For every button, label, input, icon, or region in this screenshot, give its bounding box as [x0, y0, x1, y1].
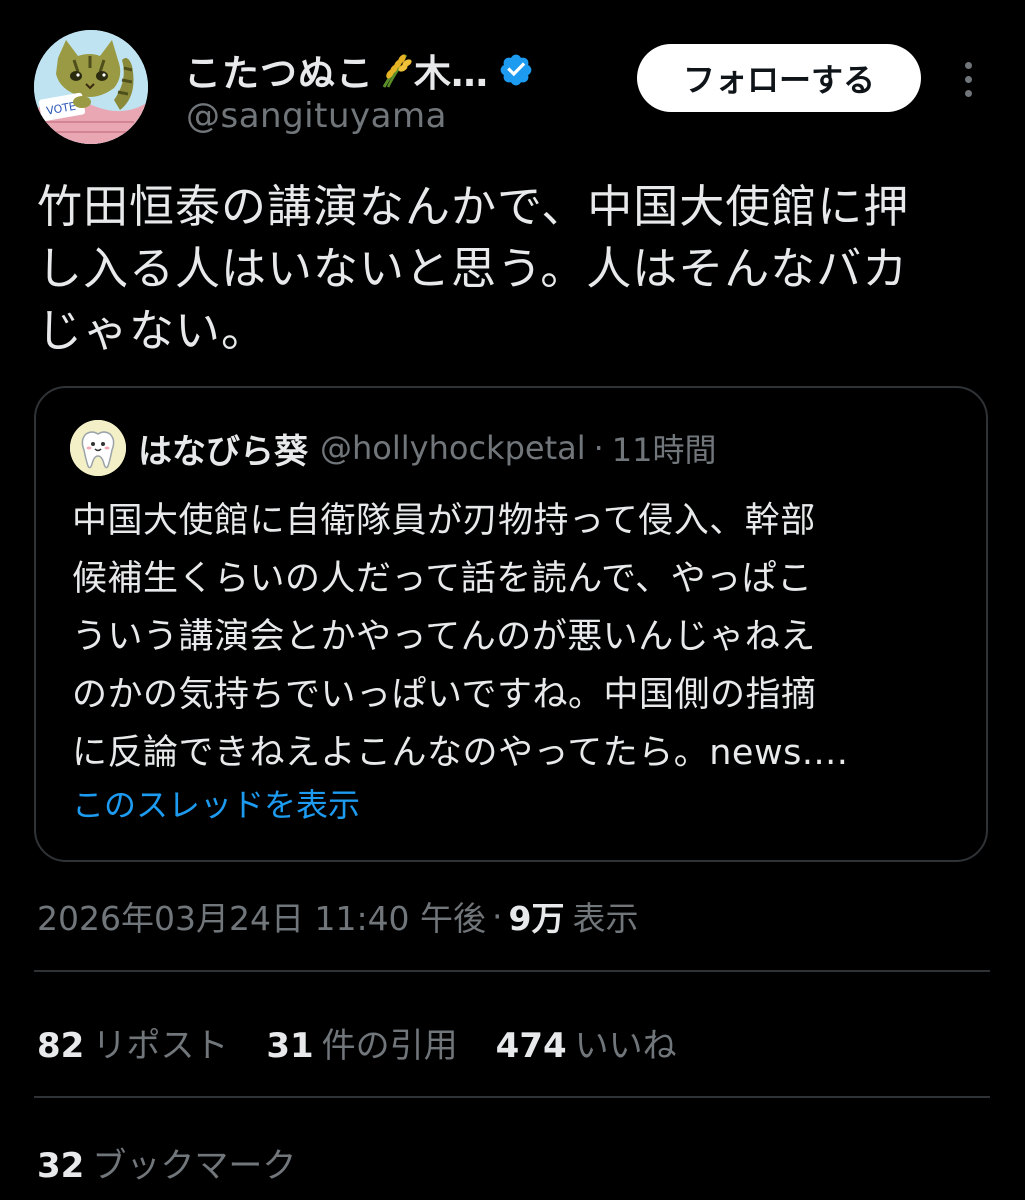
bookmarks-label: ブックマーク [92, 1146, 297, 1186]
quoted-tweet-text: 中国大使館に自衛隊員が刃物持って侵入、幹部 候補生くらいの人だって話を読んで、や… [72, 492, 972, 782]
quoted-text-line: のかの気持ちでいっぱいですね。中国側の指摘 [72, 675, 817, 715]
reposts-stat[interactable]: 82 リポスト [37, 1018, 228, 1067]
tweet-text-line: し入る人はいないと思う。人はそんなバカ [37, 242, 909, 295]
divider [34, 1096, 990, 1098]
tweet-text-line: じゃない。 [37, 304, 268, 357]
author-handle[interactable]: @sangituyama [186, 96, 447, 136]
quoted-text-line: ういう講演会とかやってんのが悪いんじゃねえ [72, 617, 816, 657]
quotes-label: 件の引用 [321, 1025, 458, 1066]
quoted-separator: · [593, 429, 604, 467]
likes-label: いいね [574, 1025, 677, 1066]
quoted-text-line: に反論できねえよこんなのやってたら。news.... [72, 733, 849, 773]
quoted-tweet-header: はなびら葵 @hollyhockpetal · 11時間 [70, 418, 717, 478]
cat-avatar-image: VOTE [34, 30, 148, 144]
more-dot [964, 75, 972, 83]
tweet-timestamp[interactable]: 2026年03月24日 11:40 午後 [37, 892, 486, 940]
show-thread-link[interactable]: このスレッドを表示 [72, 780, 360, 826]
reposts-label: リポスト [92, 1025, 229, 1066]
tweet-meta: 2026年03月24日 11:40 午後 · 9万 表示 [37, 888, 639, 944]
quoted-text-line: 中国大使館に自衛隊員が刃物持って侵入、幹部 [72, 501, 816, 541]
more-options-icon[interactable] [950, 54, 986, 104]
bookmarks-stat[interactable]: 32 ブックマーク [37, 1138, 296, 1194]
views-label: 表示 [572, 899, 639, 938]
tweet-text-line: 竹田恒泰の講演なんかで、中国大使館に押 [37, 180, 910, 233]
views-count: 9万 [508, 899, 565, 938]
reposts-count: 82 [37, 1025, 85, 1066]
quoted-time[interactable]: 11時間 [612, 425, 717, 471]
follow-button[interactable]: フォローする [637, 44, 921, 112]
author-name-row[interactable]: こたつぬこ 木… [184, 44, 534, 96]
quoted-tweet-card[interactable]: はなびら葵 @hollyhockpetal · 11時間 中国大使館に自衛隊員が… [34, 386, 988, 862]
quotes-count: 31 [266, 1025, 314, 1066]
likes-stat[interactable]: 474 いいね [496, 1018, 677, 1067]
quoted-text-line: 候補生くらいの人だって話を読んで、やっぱこ [72, 559, 813, 599]
quoted-display-name[interactable]: はなびら葵 [138, 424, 308, 473]
avatar[interactable]: VOTE [34, 30, 148, 144]
bookmarks-count: 32 [37, 1146, 85, 1186]
quoted-handle[interactable]: @hollyhockpetal [320, 429, 586, 467]
tweet-text: 竹田恒泰の講演なんかで、中国大使館に押 し入る人はいないと思う。人はそんなバカ … [37, 176, 987, 362]
author-display-name[interactable]: こたつぬこ [184, 43, 374, 97]
quotes-stat[interactable]: 31 件の引用 [266, 1018, 457, 1067]
meta-separator: · [492, 896, 503, 936]
likes-count: 474 [495, 1025, 567, 1066]
author-display-name-tail[interactable]: 木… [414, 43, 488, 97]
tooth-avatar-image [70, 420, 126, 476]
divider [34, 970, 990, 972]
more-dot [964, 89, 972, 97]
engagement-stats: 82 リポスト 31 件の引用 474 いいね [37, 1014, 715, 1070]
more-dot [964, 61, 972, 69]
quoted-avatar[interactable] [70, 420, 126, 476]
rice-sheaf-icon [378, 51, 412, 89]
verified-badge-icon[interactable] [498, 52, 534, 88]
